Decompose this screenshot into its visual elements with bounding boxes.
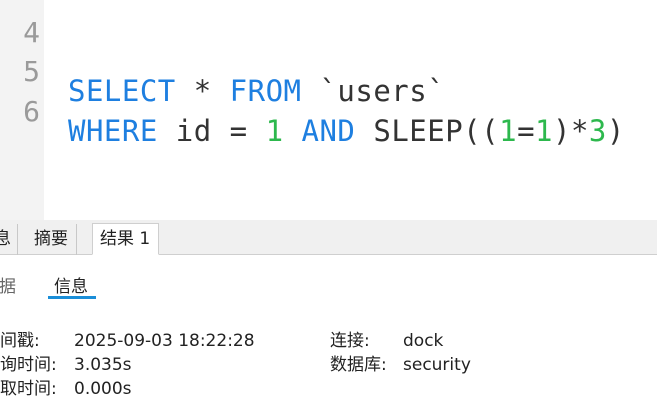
timestamp-label: 间戳: — [0, 331, 40, 351]
result-sub-tabs: 据 信息 — [0, 256, 657, 306]
editor-line-4: 4 — [0, 0, 657, 49]
fetch-time-label: 取时间: — [0, 379, 57, 399]
number-literal: 1 — [499, 114, 518, 148]
tab-label: 结果 1 — [100, 229, 151, 249]
number-literal: 1 — [265, 114, 284, 148]
query-time-value: 3.035s — [74, 355, 132, 375]
query-time-label: 询时间: — [0, 355, 57, 375]
tab-label: 摘要 — [34, 229, 68, 249]
tab-label: 息 — [0, 229, 11, 249]
editor-line-5: 5 SELECT * FROM `users` — [0, 33, 657, 108]
number-literal: 1 — [535, 114, 553, 148]
keyword-where: WHERE — [68, 114, 158, 148]
code-text: ) — [606, 114, 625, 148]
result-tab-bar: 息 摘要 结果 1 — [0, 220, 657, 255]
keyword-and: AND — [301, 114, 356, 148]
query-info-panel: 间戳: 2025-09-03 18:22:28 询时间: 3.035s 取时间:… — [0, 320, 657, 405]
fetch-time-value: 0.000s — [74, 379, 132, 399]
code-text: SLEEP(( — [355, 114, 500, 148]
subtab-info[interactable]: 信息 — [54, 272, 88, 297]
tab-summary[interactable]: 摘要 — [26, 224, 77, 255]
editor-line-6: 6 WHERE id = 1 AND SLEEP((1=1)*3) — [0, 73, 657, 148]
tab-info-partial[interactable]: 息 — [0, 224, 18, 255]
connection-value: dock — [403, 331, 444, 351]
code-line[interactable]: WHERE id = 1 AND SLEEP((1=1)*3) — [68, 111, 625, 151]
timestamp-value: 2025-09-03 18:22:28 — [74, 331, 255, 351]
code-text: = — [517, 114, 536, 148]
active-subtab-underline — [48, 296, 96, 299]
code-text: id = — [157, 114, 266, 148]
number-literal: 3 — [588, 114, 607, 148]
connection-label: 连接: — [330, 331, 370, 351]
sql-editor[interactable]: 4 5 SELECT * FROM `users` 6 WHERE id = 1… — [0, 0, 657, 220]
line-number: 6 — [23, 95, 40, 128]
tab-result-1[interactable]: 结果 1 — [92, 223, 160, 255]
database-value: security — [403, 355, 471, 375]
database-label: 数据库: — [330, 355, 387, 375]
subtab-data[interactable]: 据 — [0, 272, 16, 297]
code-text: )* — [553, 114, 589, 148]
